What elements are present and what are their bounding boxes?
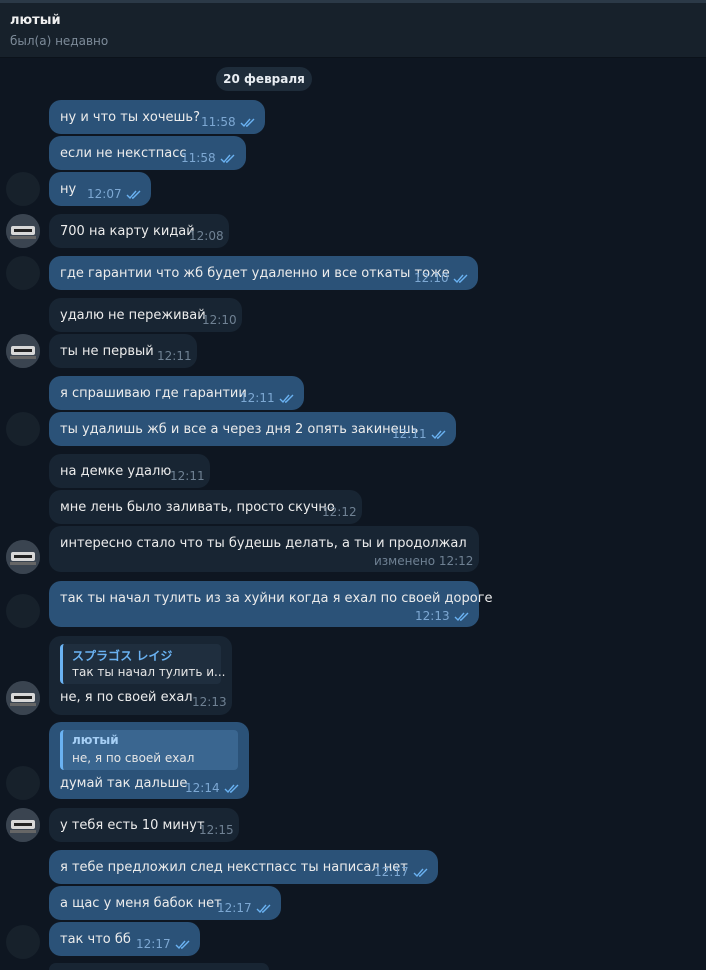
message-text: а щас у меня бабок нет (60, 896, 222, 911)
avatar[interactable] (6, 334, 40, 368)
message-outgoing[interactable]: я спрашиваю где гарантии 12:11 (49, 376, 304, 410)
double-check-icon (279, 394, 294, 403)
double-check-icon (431, 430, 446, 439)
double-check-icon (224, 784, 239, 793)
message-incoming[interactable]: у тебя есть 10 минут 12:15 (49, 808, 239, 842)
message-time: 12:17 (136, 937, 193, 951)
message-time: 12:13 (192, 695, 227, 709)
double-check-icon (453, 274, 468, 283)
message-time: изменено 12:12 (374, 554, 474, 568)
message-text: где гарантии что жб будет удаленно и все… (60, 266, 450, 281)
message-outgoing[interactable]: лютый не, я по своей ехал думай так даль… (49, 722, 249, 799)
message-time: 11:58 (181, 151, 238, 165)
avatar (6, 412, 40, 446)
contact-status: был(а) недавно (10, 34, 109, 48)
message-text: ты не первый (60, 344, 154, 359)
message-text: удалю не переживай (60, 308, 206, 323)
reply-author: スプラゴス レイジ (72, 649, 173, 663)
message-text: интересно стало что ты будешь делать, а … (60, 536, 467, 551)
message-time: 11:58 (201, 115, 258, 129)
message-text: так ты начал тулить из за хуйни когда я … (60, 591, 493, 606)
reply-quote[interactable]: лютый не, я по своей ехал (60, 730, 238, 770)
message-time: 12:10 (414, 271, 471, 285)
message-incoming[interactable]: на демке удалю 12:11 (49, 454, 210, 488)
avatar (6, 172, 40, 206)
avatar (6, 594, 40, 628)
message-time: 12:11 (170, 469, 205, 483)
message-time: 12:11 (157, 349, 192, 363)
message-time: 12:17 (217, 901, 274, 915)
message-text: так что бб (60, 932, 131, 947)
date-separator: 20 февраля (216, 67, 312, 91)
message-time: 12:08 (189, 229, 224, 243)
message-outgoing[interactable]: так что бб 12:17 (49, 922, 200, 956)
avatar (6, 766, 40, 800)
message-time: 12:12 (322, 505, 357, 519)
avatar[interactable] (6, 540, 40, 574)
message-text: ну (60, 182, 77, 197)
message-outgoing[interactable]: я тебе предложил след некстпасс ты напис… (49, 850, 438, 884)
message-time: 12:17 (374, 865, 431, 879)
message-incoming[interactable]: ты не первый 12:11 (49, 334, 197, 368)
message-incoming[interactable]: мне лень было заливать, просто скучно 12… (49, 490, 362, 524)
message-text: я тебе предложил след некстпасс ты напис… (60, 860, 408, 875)
message-outgoing[interactable]: ты удалишь жб и все а через дня 2 опять … (49, 412, 456, 446)
message-outgoing[interactable]: где гарантии что жб будет удаленно и все… (49, 256, 478, 290)
message-outgoing[interactable]: ну и что ты хочешь? 11:58 (49, 100, 265, 134)
message-outgoing[interactable]: так ты начал тулить из за хуйни когда я … (49, 581, 493, 627)
message-time: 12:11 (240, 391, 297, 405)
double-check-icon (220, 154, 235, 163)
message-text: мне лень было заливать, просто скучно (60, 500, 335, 515)
reply-text: так ты начал тулить и... (72, 665, 226, 679)
message-incoming-partial[interactable] (49, 963, 269, 970)
message-text: на демке удалю (60, 464, 172, 479)
message-incoming[interactable]: интересно стало что ты будешь делать, а … (49, 526, 479, 572)
contact-name[interactable]: лютый (10, 13, 61, 28)
double-check-icon (454, 612, 469, 621)
message-time: 12:15 (199, 823, 234, 837)
message-incoming[interactable]: удалю не переживай 12:10 (49, 298, 242, 332)
double-check-icon (240, 118, 255, 127)
message-outgoing[interactable]: ну 12:07 (49, 172, 151, 206)
avatar[interactable] (6, 681, 40, 715)
avatar[interactable] (6, 214, 40, 248)
message-text: ты удалишь жб и все а через дня 2 опять … (60, 422, 419, 437)
message-time: 12:13 (415, 609, 472, 623)
reply-text: не, я по своей ехал (72, 751, 195, 765)
message-text: я спрашиваю где гарантии (60, 386, 247, 401)
double-check-icon (175, 940, 190, 949)
message-time: 12:11 (392, 427, 449, 441)
message-time: 12:14 (185, 781, 242, 795)
message-text: если не некстпасс (60, 146, 187, 161)
double-check-icon (413, 868, 428, 877)
avatar (6, 256, 40, 290)
message-text: у тебя есть 10 минут (60, 818, 205, 833)
message-time: 12:10 (202, 313, 237, 327)
message-text: ну и что ты хочешь? (60, 110, 200, 125)
reply-quote[interactable]: スプラゴス レイジ так ты начал тулить и... (60, 644, 226, 684)
avatar[interactable] (6, 808, 40, 842)
message-outgoing[interactable]: если не некстпасс 11:58 (49, 136, 246, 170)
message-outgoing[interactable]: а щас у меня бабок нет 12:17 (49, 886, 281, 920)
avatar (6, 925, 40, 959)
reply-author: лютый (72, 733, 119, 747)
message-text: думай так дальше (60, 776, 188, 791)
message-incoming[interactable]: スプラゴス レイジ так ты начал тулить и... не, я… (49, 636, 232, 715)
double-check-icon (126, 190, 141, 199)
message-time: 12:07 (87, 187, 144, 201)
message-text: не, я по своей ехал (60, 690, 193, 705)
message-incoming[interactable]: 700 на карту кидай 12:08 (49, 214, 229, 248)
double-check-icon (256, 904, 271, 913)
message-text: 700 на карту кидай (60, 224, 195, 239)
chat-header[interactable]: лютый был(а) недавно (0, 3, 706, 58)
